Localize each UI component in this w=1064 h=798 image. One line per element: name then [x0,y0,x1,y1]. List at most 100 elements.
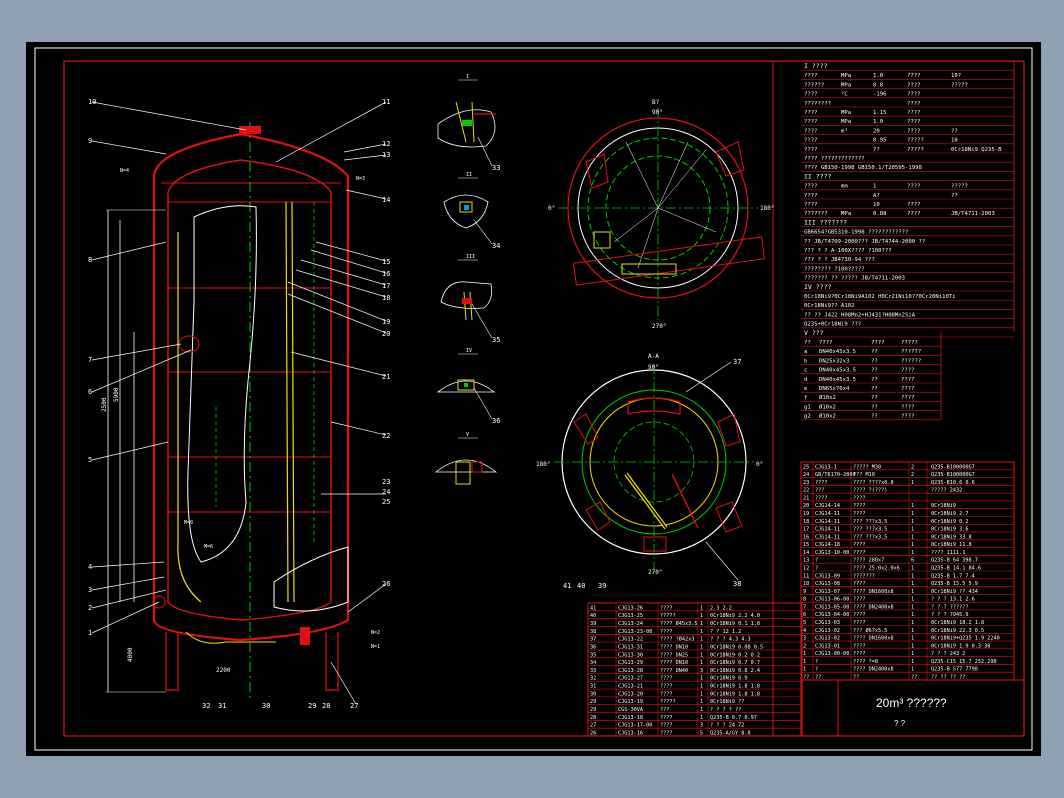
spec-i-cell-4-3: ???? [907,110,920,116]
spec-iv-row-1: 0Cr18Ni9?? A102 [804,303,855,309]
parts-bottom-9-0: 32 [590,676,596,682]
parts-right-23-4: 0Cr18Ni9 1.9 0.3 30 [931,643,990,649]
parts-right-11-1: CJG13-10-00 [815,550,849,556]
parts-bottom-15-2: ???? [660,723,673,729]
parts-right-18-3: 1 [911,604,914,610]
parts-right-25-0: 1 [803,659,806,665]
parts-right-9-3: 1 [911,534,914,540]
spec-i-cell-2-1: °C [841,92,848,98]
spec-i-cell-7-0: ???? [804,138,817,144]
nozzle-header-1: ???? [819,340,832,346]
parts-bottom-2-2: ???? Ø45x3.5 [660,620,697,627]
parts-right-0-4: Q235-B100000G7 [931,464,975,470]
parts-right-21-4: 0Cr18Ni9 22.3 0.5 [931,628,984,634]
parts-right-2-0: 23 [803,480,809,486]
view-b: B? 90° 0° 180° 270° [548,99,774,330]
nozzle-row-0-1: DN40x45x3.5 [819,349,856,355]
part-label-24: 24 [382,488,390,496]
parts-right-17-3: 1 [911,597,914,603]
parts-right-25-2: ???? ?=8 [853,659,878,665]
parts-bottom-5-4: 0Cr18Ni9 0.08 0.5 [710,644,763,650]
bottom-cutaway [273,546,349,612]
spec-i-cell-5-1: MPa [841,119,851,125]
nozzle-header-2: ???? [871,340,884,346]
parts-right-20-0: 5 [803,620,806,626]
parts-right-26-2: ???? DN2400x8 [853,667,894,673]
parts-bottom-8-0: 33 [590,668,596,674]
spec-section-2: II ???? [804,172,831,180]
part-label-38: 38 [733,580,741,588]
parts-bottom-11-3: 1 [700,691,703,697]
parts-bottom-13-1: CGS-30VA [618,707,644,713]
parts-right-22-2: ???? DN1600x8 [853,636,894,642]
parts-bottom-6-1: CJG13-30 [618,652,643,658]
parts-right-5-0: 20 [803,503,809,509]
parts-right-14-0: 11 [803,573,809,579]
parts-right-17-4: ? ? ? 13.1 2.6 [931,597,975,603]
parts-right-3-1: ??? [815,488,824,494]
nozzle-row-7-2: ?? [871,414,878,420]
part-label-36: 36 [492,417,500,425]
parts-right-9-0: 16 [803,534,809,540]
nozzle-label-n3: N=3 [356,176,365,182]
parts-right-16-1: CJG13-07 [815,589,840,595]
parts-bottom-10-2: ???? [660,684,673,690]
spec-paint: ??????? ?? ????? JB/T4711-2003 [804,276,905,282]
spec-i-cell-1-2: 0.8 [873,82,884,88]
parts-bottom-6-2: ???? DN25 [660,652,688,658]
spec-i-cell-0-3: ???? [907,73,920,79]
parts-right-9-1: CJG14-11 [815,534,840,540]
parts-right-19-4: ? ? ? 7945.9 [931,612,968,618]
parts-right-16-0: 9 [803,589,806,595]
view-b-angle-0: 0° [548,205,555,212]
part-label-16: 16 [382,270,390,278]
part-label-29: 29 [308,702,316,710]
parts-bottom-15-3: 3 [700,723,703,729]
parts-right-4-0: 21 [803,495,809,501]
part-label-33: 33 [492,164,500,172]
part-label-41: 41 [563,582,571,590]
parts-right-15-2: ???? [853,581,866,587]
parts-bottom-11-0: 30 [590,691,596,697]
spec-ii-cell-3-4: JB/T4711-2003 [951,211,995,217]
spec-section-3: III ??????? [804,218,847,226]
part-label-13: 13 [382,151,390,159]
part-label-19: 19 [382,318,390,326]
parts-bottom-5-3: 1 [700,644,703,650]
parts-bottom-3-1: CJG13-23-00 [618,629,652,635]
parts-right-16-2: ???? DN1600x8 [853,589,894,595]
parts-right-23-2: ???? [853,643,866,649]
spec-i-cell-1-1: MPa [841,82,851,88]
parts-bottom-0-1: CJG13-26 [618,605,643,611]
parts-right-23-3: 1 [911,643,914,649]
detail-views: I II III IV V 33 34 35 36 [434,74,500,485]
parts-bottom-3-2: ???? [660,629,673,635]
parts-right-8-0: 17 [803,527,809,533]
nozzle-row-2-0: c [804,368,807,374]
parts-right-12-4: Q235-B 64 398.7 [931,558,978,564]
parts-bottom-14-3: 1 [700,715,703,721]
parts-right-19-0: 6 [803,612,806,618]
parts-right-16-4: 0Cr18Ni9 ?? 434 [931,589,978,595]
parts-bottom-13-0: 29 [590,707,596,713]
parts-right-23-1: CJG13-01 [815,643,840,649]
top-nozzle [239,126,261,134]
spec-ii-cell-0-1: mm [841,184,848,190]
detail-2: II [443,172,489,229]
nozzle-label-m8: M=8 [184,520,193,526]
spec-i-cell-8-4: 0Cr18Ni9 Q235-B [951,147,1002,153]
nozzle-row-5-0: f [804,395,807,401]
parts-bottom-2-4: 0Cr18Ni9 0.1 1.8 [710,621,760,627]
parts-right-9-2: ??? ???x3.5 [853,534,887,540]
parts-bottom-1-3: 1 [700,613,703,619]
parts-right-11-2: ???? [853,550,866,556]
parts-bottom-5-2: ???? DN10 [660,644,688,650]
spec-i-cell-7-3: ????? [907,138,924,144]
parts-right-25-3: 1 [911,659,914,665]
detail-label-5: V [466,432,469,438]
parts-right-21-1: CJG13-02 [815,628,840,634]
spec-iii-row-3: ???????? ?100????? [804,266,865,272]
parts-bottom-10-3: 1 [700,684,703,690]
parts-right-10-0: 15 [803,542,809,548]
nozzle-row-3-2: ?? [871,377,878,383]
